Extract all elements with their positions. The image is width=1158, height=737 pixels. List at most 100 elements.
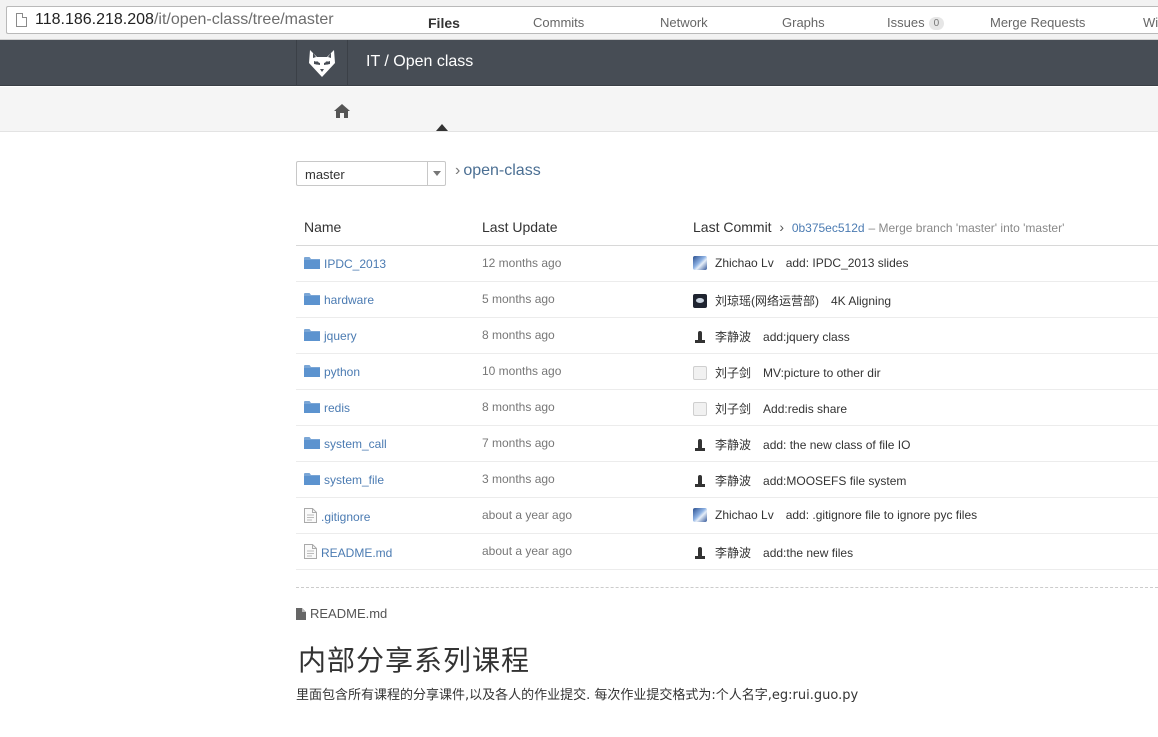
project-nav-tabs <box>0 87 1158 132</box>
commit-message[interactable]: add: the new class of file IO <box>763 438 910 452</box>
commit-author[interactable]: Zhichao Lv <box>715 508 774 522</box>
chevron-down-icon[interactable] <box>427 162 445 185</box>
gitlab-fox-logo-icon <box>309 50 335 77</box>
folder-icon <box>304 400 320 416</box>
last-update: 8 months ago <box>482 328 555 342</box>
commit-author[interactable]: 李静波 <box>715 544 751 561</box>
readme-divider <box>296 587 1158 588</box>
file-name: .gitignore <box>321 510 371 524</box>
commit-author[interactable]: 李静波 <box>715 472 751 489</box>
table-row: python 10 months ago 刘子剑 MV:picture to othe… <box>296 354 1158 390</box>
table-row: IPDC_2013 12 months ago Zhichao Lv add: IPD… <box>296 246 1158 282</box>
file-name: redis <box>324 401 351 415</box>
tab-files[interactable]: Files <box>428 15 460 31</box>
folder-icon <box>304 256 320 272</box>
folder-icon <box>304 472 320 488</box>
file-name: jquery <box>324 329 357 343</box>
breadcrumb-root-link[interactable]: open-class <box>463 162 540 179</box>
breadcrumb: › open-class <box>455 162 541 180</box>
commit-message[interactable]: add: .gitignore file to ignore pyc files <box>786 508 977 522</box>
project-title[interactable]: IT / Open class <box>366 53 473 71</box>
tab-commits[interactable]: Commits <box>533 15 584 30</box>
folder-icon <box>304 292 320 308</box>
commit-author[interactable]: 刘子剑 <box>715 400 751 417</box>
folder-link[interactable]: system_call <box>304 436 387 452</box>
gitlab-logo-link[interactable] <box>296 40 348 86</box>
commit-message[interactable]: Add:redis share <box>763 402 847 416</box>
last-commit-cell: 李静波 add:jquery class <box>693 328 850 345</box>
last-update: 3 months ago <box>482 472 555 486</box>
last-update: 5 months ago <box>482 292 555 306</box>
last-commit-hash-link[interactable]: 0b375ec512d <box>792 221 865 235</box>
file-link[interactable]: .gitignore <box>304 508 370 526</box>
commit-author[interactable]: 李静波 <box>715 436 751 453</box>
avatar <box>693 473 707 488</box>
file-icon <box>304 508 317 526</box>
last-commit-cell: 李静波 add: the new class of file IO <box>693 436 910 453</box>
tab-network[interactable]: Network <box>660 15 708 30</box>
folder-link[interactable]: IPDC_2013 <box>304 256 386 272</box>
url-text[interactable]: 118.186.218.208/it/open-class/tree/maste… <box>35 11 334 29</box>
column-header-name: Name <box>304 219 342 235</box>
folder-link[interactable]: jquery <box>304 328 357 344</box>
file-link[interactable]: README.md <box>304 544 392 562</box>
folder-icon <box>304 328 320 344</box>
last-commit-separator: › <box>779 219 785 235</box>
last-update: about a year ago <box>482 544 573 558</box>
commit-message[interactable]: add:the new files <box>763 546 853 560</box>
commit-author[interactable]: 刘琼瑶(网络运营部) <box>715 292 819 309</box>
branch-select[interactable]: master <box>296 161 446 186</box>
url-path: /it/open-class/tree/master <box>153 11 334 28</box>
file-icon <box>296 607 306 620</box>
folder-link[interactable]: system_file <box>304 472 384 488</box>
commit-author[interactable]: 李静波 <box>715 328 751 345</box>
table-row: README.md about a year ago 李静波 add:the new … <box>296 534 1158 570</box>
home-icon[interactable] <box>333 103 351 124</box>
last-commit-cell: 李静波 add:the new files <box>693 544 853 561</box>
last-commit-cell: Zhichao Lv add: IPDC_2013 slides <box>693 256 908 270</box>
commit-message[interactable]: MV:picture to other dir <box>763 366 881 380</box>
readme-header: README.md <box>296 606 387 621</box>
branch-select-value: master <box>305 167 345 182</box>
tab-graphs[interactable]: Graphs <box>782 15 825 30</box>
file-name: system_file <box>324 473 385 487</box>
url-host: 118.186.218.208 <box>35 11 154 28</box>
last-commit-label: Last Commit <box>693 219 772 235</box>
last-update: 8 months ago <box>482 400 555 414</box>
commit-author[interactable]: Zhichao Lv <box>715 256 774 270</box>
avatar <box>693 329 707 344</box>
column-header-last-update: Last Update <box>482 219 558 235</box>
avatar <box>693 545 707 560</box>
app-header: IT / Open class <box>0 40 1158 86</box>
page-icon <box>16 13 27 27</box>
last-commit-cell: Zhichao Lv add: .gitignore file to ignore… <box>693 508 977 522</box>
tab-issues[interactable]: Issues 0 <box>887 15 945 30</box>
last-commit-cell: 刘子剑 Add:redis share <box>693 400 847 417</box>
readme-body: 里面包含所有课程的分享课件,以及各人的作业提交. 每次作业提交格式为:个人名字,… <box>296 688 859 703</box>
file-name: system_call <box>324 437 387 451</box>
folder-link[interactable]: python <box>304 364 360 380</box>
avatar <box>693 437 707 452</box>
tab-merge-requests[interactable]: Merge Requests <box>990 15 1085 30</box>
table-row: jquery 8 months ago 李静波 add:jquery class <box>296 318 1158 354</box>
avatar <box>693 365 707 380</box>
avatar <box>693 256 707 270</box>
table-row: .gitignore about a year ago Zhichao Lv add:… <box>296 498 1158 534</box>
file-icon <box>304 544 317 562</box>
commit-message[interactable]: add: IPDC_2013 slides <box>786 256 909 270</box>
avatar <box>693 401 707 416</box>
last-update: about a year ago <box>482 508 573 522</box>
commit-message[interactable]: add:MOOSEFS file system <box>763 474 906 488</box>
tab-wiki[interactable]: Wi <box>1143 15 1158 30</box>
readme-title: 内部分享系列课程 <box>298 644 531 677</box>
commit-author[interactable]: 刘子剑 <box>715 364 751 381</box>
table-row: hardware 5 months ago 刘琼瑶(网络运营部) 4K Alignin… <box>296 282 1158 318</box>
tab-issues-label: Issues <box>887 15 925 30</box>
active-tab-caret <box>436 124 448 131</box>
last-update: 7 months ago <box>482 436 555 450</box>
commit-message[interactable]: add:jquery class <box>763 330 850 344</box>
folder-icon <box>304 436 320 452</box>
folder-link[interactable]: hardware <box>304 292 374 308</box>
folder-link[interactable]: redis <box>304 400 350 416</box>
commit-message[interactable]: 4K Aligning <box>831 294 891 308</box>
